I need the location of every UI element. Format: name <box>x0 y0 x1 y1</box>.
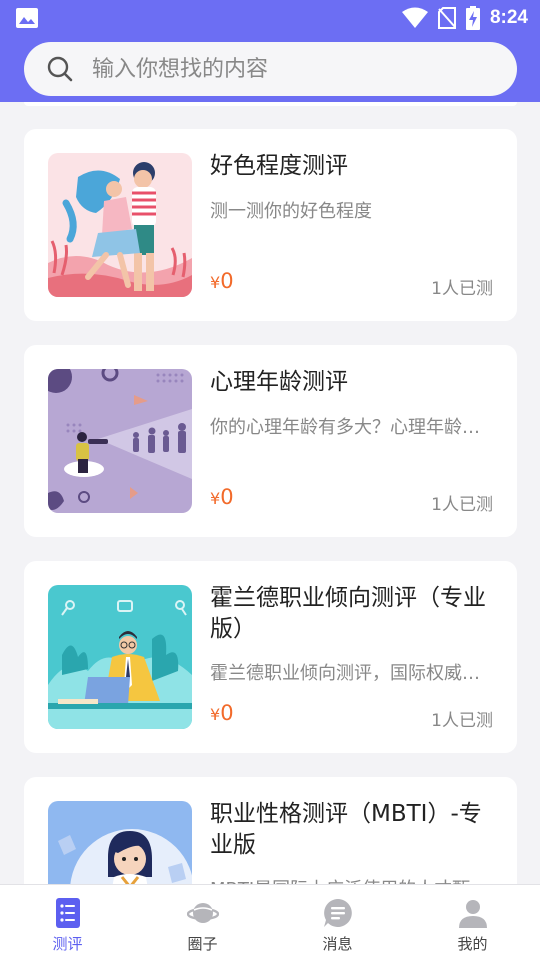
card-description: MBTI是国际上广泛使用的人才甄… <box>210 875 495 884</box>
image-icon <box>16 8 38 28</box>
list-icon <box>55 898 80 928</box>
no-sim-icon <box>437 7 456 29</box>
battery-charging-icon <box>465 6 480 30</box>
tab-label: 圈子 <box>187 935 218 953</box>
planet-icon <box>186 903 219 923</box>
currency-symbol: ¥ <box>210 489 221 508</box>
search-bar[interactable] <box>24 42 517 96</box>
laptop-worker-illustration <box>48 585 192 729</box>
previous-card-edge <box>24 102 517 106</box>
card-price: ¥0 <box>210 485 234 509</box>
app-header: 8:24 <box>0 0 540 102</box>
tested-count: 1人已测 <box>431 279 493 299</box>
tab-assessment[interactable]: 测评 <box>0 885 135 960</box>
tab-messages[interactable]: 消息 <box>270 885 405 960</box>
card-description: 你的心理年龄有多大？心理年龄… <box>210 417 480 438</box>
price-value: 0 <box>220 485 234 509</box>
card-price: ¥0 <box>210 701 234 725</box>
assessment-list[interactable]: 好色程度测评 测一测你的好色程度 ¥0 1人已测 心理年龄测评 你的心理年龄有多… <box>0 102 540 884</box>
message-icon <box>323 899 352 927</box>
tab-profile[interactable]: 我的 <box>405 885 540 960</box>
search-input[interactable] <box>92 56 472 82</box>
card-title: 职业性格测评（MBTI）-专业版 <box>210 801 482 858</box>
card-price: ¥0 <box>210 269 234 293</box>
card-title: 霍兰德职业倾向测评（专业版） <box>210 585 486 642</box>
bottom-tab-bar: 测评 圈子 消息 我的 <box>0 884 540 960</box>
currency-symbol: ¥ <box>210 273 221 292</box>
person-icon <box>458 900 487 928</box>
telescope-silhouettes-illustration <box>48 369 192 513</box>
assessment-card[interactable]: 好色程度测评 测一测你的好色程度 ¥0 1人已测 <box>24 129 517 321</box>
clock: 8:24 <box>489 7 528 28</box>
assessment-card[interactable]: 职业性格测评（MBTI）-专业版 MBTI是国际上广泛使用的人才甄… <box>24 777 517 884</box>
couple-hug-illustration <box>48 153 192 297</box>
card-description: 霍兰德职业倾向测评，国际权威… <box>210 663 480 684</box>
search-icon <box>47 56 73 82</box>
card-title: 好色程度测评 <box>210 153 348 179</box>
currency-symbol: ¥ <box>210 705 221 724</box>
card-description: 测一测你的好色程度 <box>210 201 372 222</box>
tested-count: 1人已测 <box>431 711 493 731</box>
assessment-card[interactable]: 心理年龄测评 你的心理年龄有多大？心理年龄… ¥0 1人已测 <box>24 345 517 537</box>
status-bar: 8:24 <box>0 0 540 36</box>
wifi-icon <box>401 7 428 28</box>
card-title: 心理年龄测评 <box>210 369 348 395</box>
tab-label: 消息 <box>322 935 353 953</box>
tab-label: 测评 <box>52 935 83 953</box>
tab-label: 我的 <box>457 935 488 953</box>
tab-circle[interactable]: 圈子 <box>135 885 270 960</box>
woman-portrait-illustration <box>48 801 192 884</box>
price-value: 0 <box>220 269 234 293</box>
assessment-card[interactable]: 霍兰德职业倾向测评（专业版） 霍兰德职业倾向测评，国际权威… ¥0 1人已测 <box>24 561 517 753</box>
price-value: 0 <box>220 701 234 725</box>
tested-count: 1人已测 <box>431 495 493 515</box>
